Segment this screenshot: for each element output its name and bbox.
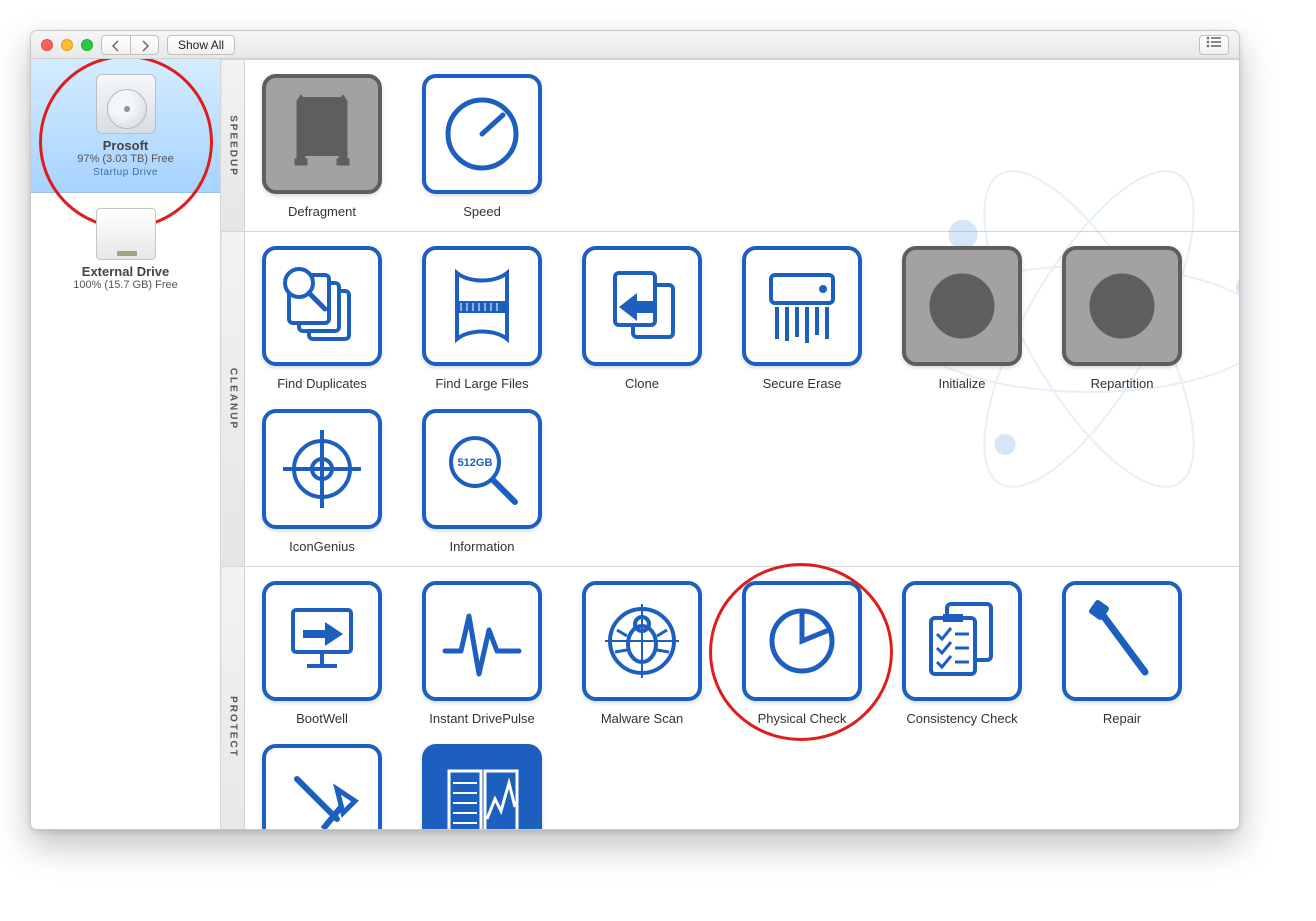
sidebar-drive-external[interactable]: External Drive 100% (15.7 GB) Free (31, 193, 220, 305)
tool-label: Repair (1057, 711, 1187, 726)
drivepulse-icon (437, 596, 527, 686)
tool-instant-drivepulse[interactable]: Instant DrivePulse (417, 581, 547, 726)
tool-label: Secure Erase (737, 376, 867, 391)
section-header-speedup: SPEEDUP (221, 60, 245, 231)
svg-text:512GB: 512GB (458, 457, 493, 469)
external-drive-icon (96, 208, 156, 260)
duplicates-icon (277, 261, 367, 351)
main-panel: SPEEDUP Defragment (221, 59, 1239, 829)
icongenius-icon (277, 424, 367, 514)
tool-find-large-files[interactable]: Find Large Files (417, 246, 547, 391)
tool-bootwell[interactable]: BootWell (257, 581, 387, 726)
app-window: Show All Prosoft 97% (3.03 TB) Free Star… (30, 30, 1240, 830)
tool-label: Clone (577, 376, 707, 391)
repartition-icon (1077, 261, 1167, 351)
section-header-cleanup: CLEANUP (221, 232, 245, 566)
tool-repartition[interactable]: Repartition (1057, 246, 1187, 391)
window-controls (41, 39, 93, 51)
tool-information[interactable]: 512GB Information (417, 409, 547, 554)
physical-check-icon (757, 596, 847, 686)
chevron-right-icon (139, 40, 151, 52)
zoom-button[interactable] (81, 39, 93, 51)
tool-label: IconGenius (257, 539, 387, 554)
section-header-protect: PROTECT (221, 567, 245, 829)
view-toggle-button[interactable] (1199, 35, 1229, 55)
drive-badge: Startup Drive (31, 167, 220, 178)
tool-initialize[interactable]: Initialize (897, 246, 1027, 391)
tool-benchmark[interactable] (417, 744, 547, 829)
section-protect: PROTECT BootWell (221, 566, 1239, 829)
benchmark-icon (437, 759, 527, 829)
large-files-icon (437, 261, 527, 351)
sidebar: Prosoft 97% (3.03 TB) Free Startup Drive… (31, 59, 221, 829)
section-speedup: SPEEDUP Defragment (221, 59, 1239, 231)
tool-repair[interactable]: Repair (1057, 581, 1187, 726)
tool-consistency-check[interactable]: Consistency Check (897, 581, 1027, 726)
close-button[interactable] (41, 39, 53, 51)
tool-defragment[interactable]: Defragment (257, 74, 387, 219)
tool-malware-scan[interactable]: Malware Scan (577, 581, 707, 726)
rebuild-icon (277, 759, 367, 829)
information-icon: 512GB (437, 424, 527, 514)
defragment-icon (277, 89, 367, 179)
tool-label: Speed (417, 204, 547, 219)
initialize-icon (917, 261, 1007, 351)
drive-free: 100% (15.7 GB) Free (31, 279, 220, 291)
nav-segmented (101, 35, 159, 55)
tool-label: Physical Check (737, 711, 867, 726)
minimize-button[interactable] (61, 39, 73, 51)
clone-icon (597, 261, 687, 351)
bootwell-icon (277, 596, 367, 686)
shredder-icon (757, 261, 847, 351)
back-button[interactable] (102, 36, 130, 55)
tool-speed[interactable]: Speed (417, 74, 547, 219)
tool-label: Repartition (1057, 376, 1187, 391)
drive-free: 97% (3.03 TB) Free (31, 153, 220, 165)
show-all-button[interactable]: Show All (167, 35, 235, 55)
hard-disk-icon (96, 74, 156, 134)
tool-icongenius[interactable]: IconGenius (257, 409, 387, 554)
repair-icon (1077, 596, 1167, 686)
section-cleanup: CLEANUP Find Duplicates (221, 231, 1239, 566)
tool-label: Instant DrivePulse (417, 711, 547, 726)
tool-physical-check[interactable]: Physical Check (737, 581, 867, 726)
sidebar-drive-prosoft[interactable]: Prosoft 97% (3.03 TB) Free Startup Drive (31, 59, 220, 193)
speedometer-icon (437, 89, 527, 179)
consistency-check-icon (917, 596, 1007, 686)
drive-name: Prosoft (31, 138, 220, 153)
tool-label: Malware Scan (577, 711, 707, 726)
tool-find-duplicates[interactable]: Find Duplicates (257, 246, 387, 391)
tool-clone[interactable]: Clone (577, 246, 707, 391)
tool-label: Consistency Check (897, 711, 1027, 726)
tool-rebuild[interactable] (257, 744, 387, 829)
tool-label: Find Duplicates (257, 376, 387, 391)
tool-label: Information (417, 539, 547, 554)
titlebar: Show All (31, 31, 1239, 59)
tool-label: BootWell (257, 711, 387, 726)
malware-icon (597, 596, 687, 686)
forward-button[interactable] (130, 36, 158, 55)
tool-label: Find Large Files (417, 376, 547, 391)
tool-label: Initialize (897, 376, 1027, 391)
tool-secure-erase[interactable]: Secure Erase (737, 246, 867, 391)
drive-name: External Drive (31, 264, 220, 279)
tool-label: Defragment (257, 204, 387, 219)
list-view-icon (1206, 36, 1222, 48)
chevron-left-icon (110, 40, 122, 52)
